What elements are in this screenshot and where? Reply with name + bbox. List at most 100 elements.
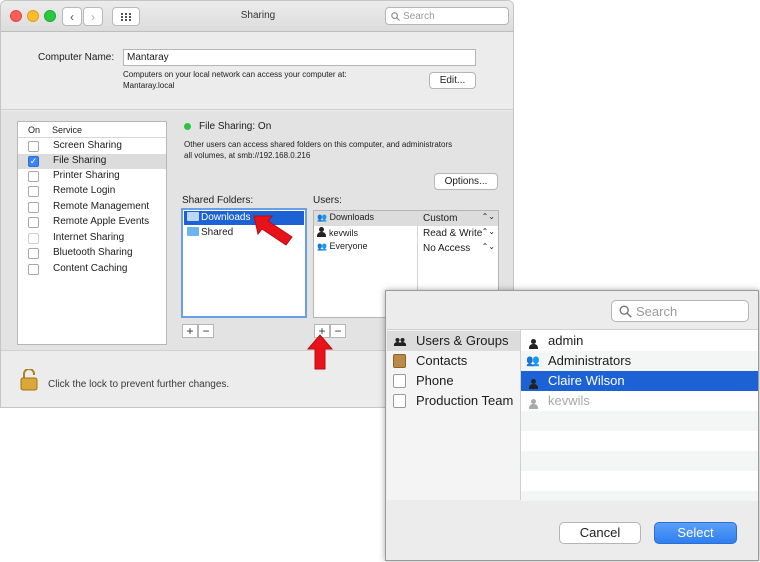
screen-sharing-checkbox[interactable] [28,141,39,152]
service-row-content-caching[interactable]: Content Caching [18,262,166,277]
user-name: Downloads [329,212,375,222]
cancel-button[interactable]: Cancel [559,522,641,544]
user-row[interactable]: 👥 Downloads [317,212,374,222]
permission-value: Custom [423,213,458,224]
shared-folder-name: Downloads [201,212,251,223]
service-row-file-sharing[interactable]: ✓ File Sharing [18,154,166,169]
group-icon [393,334,407,348]
list-item[interactable]: 👥 Administrators [521,351,758,371]
user-row[interactable]: 👥 Everyone [317,241,368,251]
options-button[interactable]: Options... [434,173,498,190]
title-bar: ‹ › Sharing Search [1,1,513,32]
remote-login-checkbox[interactable] [28,186,39,197]
services-list[interactable]: On Service Screen Sharing ✓ File Sharing … [17,121,167,345]
service-label: Remote Login [53,185,116,196]
printer-sharing-checkbox[interactable] [28,171,39,182]
internet-sharing-checkbox[interactable] [28,233,39,244]
people-list[interactable]: admin 👥 Administrators Claire Wilson kevw… [521,329,758,501]
computer-name-value: Mantaray [127,52,169,63]
remote-apple-events-checkbox[interactable] [28,217,39,228]
add-folder-button[interactable]: + [182,324,198,338]
permission-value: Read & Write [423,228,483,239]
person-name: kevwils [548,393,590,408]
service-label: Remote Apple Events [53,216,150,227]
remote-management-checkbox[interactable] [28,202,39,213]
user-icon [529,399,538,409]
permission-value: No Access [423,243,471,254]
users-label: Users: [313,195,342,206]
checkmark-icon: ✓ [29,156,38,166]
computer-name-section: Computer Name: Mantaray Computers on you… [1,32,513,110]
select-button[interactable]: Select [654,522,737,544]
person-name: Administrators [548,353,632,368]
content-caching-checkbox[interactable] [28,264,39,275]
column-service: Service [52,125,83,135]
category-list[interactable]: Users & Groups Contacts Phone Production… [387,329,521,500]
service-row-remote-apple-events[interactable]: Remote Apple Events [18,215,166,230]
column-on: On [28,125,41,135]
list-item-selected[interactable]: Claire Wilson [521,371,758,391]
list-icon [393,374,406,388]
category-production-team[interactable]: Production Team [387,391,520,411]
contacts-book-icon [393,354,406,368]
list-item-disabled: kevwils [521,391,758,411]
search-field[interactable]: Search [385,7,509,25]
empty-row [521,491,758,501]
bluetooth-sharing-checkbox[interactable] [28,248,39,259]
service-label: Bluetooth Sharing [53,247,133,258]
shared-folder-name: Shared [201,227,234,238]
remove-folder-button[interactable]: − [198,324,214,338]
annotation-arrow-icon [307,334,333,370]
user-name: kevwils [329,228,359,238]
service-label: Internet Sharing [53,232,125,243]
network-note-line-2: Mantaray.local [123,81,175,90]
list-item[interactable]: admin [521,331,758,351]
group-icon: 👥 [317,213,327,222]
group-icon: 👥 [317,242,327,251]
person-name: admin [548,333,584,348]
dialog-search-field[interactable]: Search [611,300,749,322]
shared-folders-label: Shared Folders: [182,195,254,206]
computer-name-field[interactable]: Mantaray [123,49,476,66]
service-row-internet-sharing[interactable]: Internet Sharing [18,231,166,246]
category-label: Users & Groups [416,333,509,348]
empty-row [521,411,758,431]
user-icon [529,379,538,389]
service-row-bluetooth-sharing[interactable]: Bluetooth Sharing [18,246,166,261]
service-row-remote-management[interactable]: Remote Management [18,200,166,215]
computer-name-label: Computer Name: [38,52,115,63]
service-label: Content Caching [53,263,128,274]
service-row-printer-sharing[interactable]: Printer Sharing [18,169,166,184]
empty-row [521,451,758,471]
service-row-screen-sharing[interactable]: Screen Sharing [18,139,166,154]
network-note-line-1: Computers on your local network can acce… [123,70,347,79]
category-users-groups[interactable]: Users & Groups [387,331,520,351]
category-label: Production Team [416,393,514,408]
user-row[interactable]: kevwils [317,227,358,238]
permission-popup[interactable]: No Access ⌃⌄ [423,242,497,254]
updown-chevron-icon: ⌃⌄ [481,212,495,221]
person-name: Claire Wilson [548,373,625,388]
folder-icon [187,227,199,236]
service-label: Remote Management [53,201,150,212]
search-icon [619,305,632,318]
updown-chevron-icon: ⌃⌄ [481,242,495,251]
service-label: File Sharing [53,155,107,166]
category-label: Contacts [416,353,468,368]
category-contacts[interactable]: Contacts [387,351,520,371]
edit-button[interactable]: Edit... [429,72,476,89]
category-label: Phone [416,373,454,388]
service-row-remote-login[interactable]: Remote Login [18,184,166,199]
service-label: Printer Sharing [53,170,120,181]
list-icon [393,394,406,408]
status-text: File Sharing: On [199,121,272,132]
permission-popup[interactable]: Read & Write ⌃⌄ [423,227,497,239]
file-sharing-checkbox[interactable]: ✓ [28,156,39,167]
user-picker-dialog: Search Users & Groups Contacts Phone Pro… [385,290,759,561]
service-label: Screen Sharing [53,140,122,151]
permission-popup[interactable]: Custom ⌃⌄ [423,212,497,224]
search-icon [391,12,400,21]
category-phone[interactable]: Phone [387,371,520,391]
lock-icon[interactable] [20,369,38,391]
description-line-2: all volumes, at smb://192.168.0.216 [184,151,311,160]
